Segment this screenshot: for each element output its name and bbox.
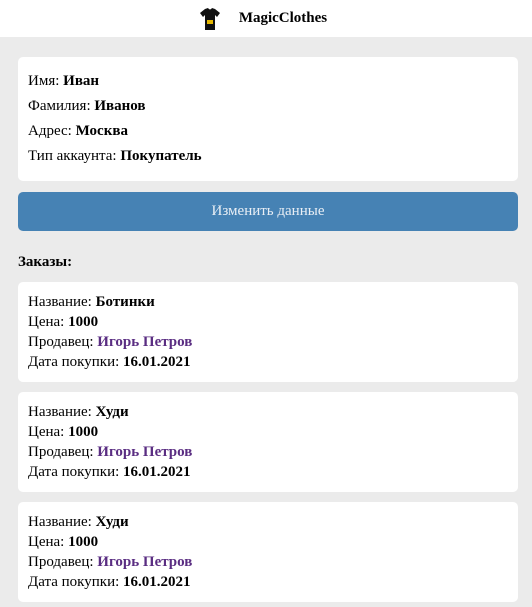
orders-title: Заказы:	[18, 254, 73, 270]
order-card: Название: Худи Цена: 1000 Продавец: Игор…	[18, 502, 518, 602]
first-name-value: Иван	[63, 73, 100, 89]
account-type-label: Тип аккаунта:	[28, 148, 117, 164]
order-seller-row: Продавец: Игорь Петров	[28, 443, 508, 463]
order-date-value: 16.01.2021	[123, 574, 191, 590]
order-date-label: Дата покупки:	[28, 464, 120, 480]
order-price-value: 1000	[68, 314, 99, 330]
order-price-label: Цена:	[28, 424, 65, 440]
order-name-value: Худи	[95, 514, 129, 530]
order-name-label: Название:	[28, 294, 92, 310]
address-label: Адрес:	[28, 123, 72, 139]
order-date-row: Дата покупки: 16.01.2021	[28, 353, 508, 373]
account-type-value: Покупатель	[120, 148, 202, 164]
order-name-row: Название: Ботинки	[28, 293, 508, 313]
order-seller-link[interactable]: Игорь Петров	[97, 334, 192, 350]
brand-name: MagicClothes	[238, 10, 328, 26]
order-seller-row: Продавец: Игорь Петров	[28, 333, 508, 353]
profile-card: Имя: Иван Фамилия: Иванов Адрес: Москва …	[18, 57, 518, 181]
order-price-row: Цена: 1000	[28, 313, 508, 333]
order-name-row: Название: Худи	[28, 403, 508, 423]
order-date-label: Дата покупки:	[28, 354, 120, 370]
order-seller-label: Продавец:	[28, 334, 94, 350]
profile-first-name: Имя: Иван	[28, 71, 508, 96]
order-name-label: Название:	[28, 514, 92, 530]
order-name-value: Ботинки	[95, 294, 155, 310]
order-date-row: Дата покупки: 16.01.2021	[28, 463, 508, 483]
order-date-value: 16.01.2021	[123, 464, 191, 480]
first-name-label: Имя:	[28, 73, 60, 89]
order-price-row: Цена: 1000	[28, 423, 508, 443]
order-seller-label: Продавец:	[28, 444, 94, 460]
order-seller-label: Продавец:	[28, 554, 94, 570]
order-seller-row: Продавец: Игорь Петров	[28, 553, 508, 573]
order-date-label: Дата покупки:	[28, 574, 120, 590]
last-name-label: Фамилия:	[28, 98, 91, 114]
order-price-label: Цена:	[28, 534, 65, 550]
order-price-label: Цена:	[28, 314, 65, 330]
address-value: Москва	[75, 123, 128, 139]
order-card: Название: Ботинки Цена: 1000 Продавец: И…	[18, 282, 518, 382]
profile-address: Адрес: Москва	[28, 121, 508, 146]
order-name-label: Название:	[28, 404, 92, 420]
order-price-row: Цена: 1000	[28, 533, 508, 553]
order-seller-link[interactable]: Игорь Петров	[97, 444, 192, 460]
profile-account-type: Тип аккаунта: Покупатель	[28, 146, 508, 171]
app-header: MagicClothes	[0, 0, 532, 37]
order-name-row: Название: Худи	[28, 513, 508, 533]
tshirt-icon	[199, 6, 221, 32]
order-seller-link[interactable]: Игорь Петров	[97, 554, 192, 570]
order-name-value: Худи	[95, 404, 129, 420]
order-price-value: 1000	[68, 534, 99, 550]
order-date-row: Дата покупки: 16.01.2021	[28, 573, 508, 593]
last-name-value: Иванов	[94, 98, 146, 114]
brand-logo[interactable]: MagicClothes	[199, 6, 327, 32]
order-price-value: 1000	[68, 424, 99, 440]
order-card: Название: Худи Цена: 1000 Продавец: Игор…	[18, 392, 518, 492]
edit-profile-button[interactable]: Изменить данные	[18, 192, 518, 231]
profile-last-name: Фамилия: Иванов	[28, 96, 508, 121]
order-date-value: 16.01.2021	[123, 354, 191, 370]
